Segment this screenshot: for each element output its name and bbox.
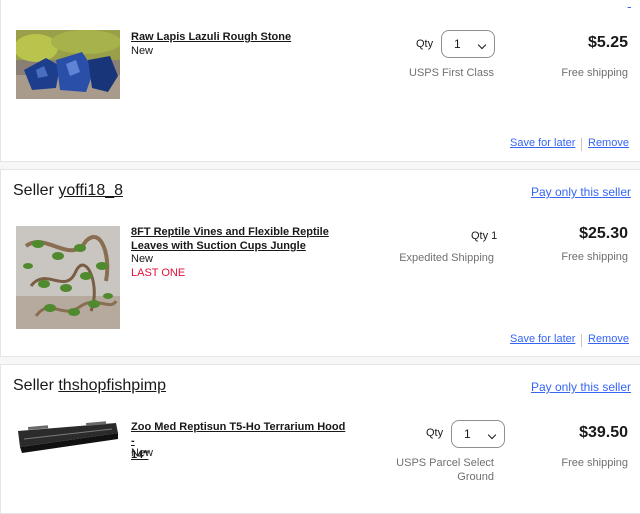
seller-prefix: Seller: [13, 377, 54, 394]
chevron-down-icon: [487, 430, 497, 440]
shipping-method-line-1: USPS Parcel Select: [396, 457, 494, 469]
reptile-vines-image: [16, 226, 120, 329]
seller-name-link[interactable]: thshopfishpimp: [58, 377, 166, 394]
quantity-select[interactable]: 1: [451, 420, 505, 448]
item-condition: New: [131, 45, 154, 57]
stock-status: LAST ONE: [131, 267, 186, 279]
remove-link[interactable]: Remove: [588, 333, 629, 345]
seller-prefix: Seller: [13, 182, 54, 199]
item-title-line-2: Leaves with Suction Cups Jungle: [131, 240, 306, 252]
item-title[interactable]: 8FT Reptile Vines and Flexible Reptile L…: [131, 225, 351, 253]
save-for-later-link[interactable]: Save for later: [510, 137, 575, 149]
shipping-cost: Free shipping: [561, 251, 628, 263]
item-title-line-1: Zoo Med Reptisun T5-Ho Terrarium Hood -: [131, 421, 346, 447]
seller-card-3: Seller thshopfishpimp Pay only this sell…: [0, 364, 640, 514]
item-title-line-1: 8FT Reptile Vines and Flexible Reptile: [131, 226, 329, 238]
qty-label: Qty: [426, 427, 444, 439]
seller-card-1: Raw Lapis Lazuli Rough Stone New Qty 1 U…: [0, 0, 640, 162]
qty-label: Qty: [416, 38, 434, 50]
shipping-method: Expedited Shipping: [399, 252, 494, 264]
shipping-cost: Free shipping: [561, 457, 628, 469]
shipping-cost: Free shipping: [561, 67, 628, 79]
seller-card-2: Seller yoffi18_8 Pay only this seller 8F…: [0, 169, 640, 357]
save-for-later-link[interactable]: Save for later: [510, 333, 575, 345]
item-title[interactable]: Raw Lapis Lazuli Rough Stone: [131, 30, 351, 44]
quantity-select[interactable]: 1: [441, 30, 495, 58]
item-title[interactable]: Zoo Med Reptisun T5-Ho Terrarium Hood - …: [131, 420, 351, 462]
shipping-method: USPS Parcel Select Ground: [396, 456, 494, 484]
seller-heading: Seller thshopfishpimp: [13, 377, 166, 395]
remove-link[interactable]: Remove: [588, 137, 629, 149]
item-price: $5.25: [587, 34, 628, 51]
item-thumbnail-lapis[interactable]: [16, 30, 120, 99]
item-title-line-2: 14": [131, 449, 149, 461]
pay-only-this-seller-link[interactable]: Pay only this seller: [531, 185, 631, 199]
terrarium-hood-image: [16, 417, 120, 457]
item-thumbnail-vines[interactable]: [16, 226, 120, 329]
shipping-method-line-2: Ground: [457, 471, 494, 483]
seller-heading: Seller yoffi18_8: [13, 182, 123, 200]
item-condition: New: [131, 447, 154, 459]
item-price: $25.30: [579, 225, 628, 242]
item-thumbnail-hood[interactable]: [16, 417, 120, 457]
pay-only-this-seller-link[interactable]: Pay only this seller: [531, 380, 631, 394]
lapis-image: [16, 30, 120, 99]
qty-text: Qty 1: [471, 230, 498, 242]
link-divider: [581, 334, 582, 347]
pay-only-this-seller-link[interactable]: [628, 0, 631, 9]
seller-name-link[interactable]: yoffi18_8: [58, 182, 123, 199]
shipping-method: USPS First Class: [409, 67, 494, 79]
item-condition: New: [131, 253, 154, 265]
item-price: $39.50: [579, 424, 628, 441]
quantity-value: 1: [464, 427, 471, 441]
quantity-value: 1: [454, 37, 461, 51]
link-divider: [581, 138, 582, 151]
chevron-down-icon: [477, 40, 487, 50]
